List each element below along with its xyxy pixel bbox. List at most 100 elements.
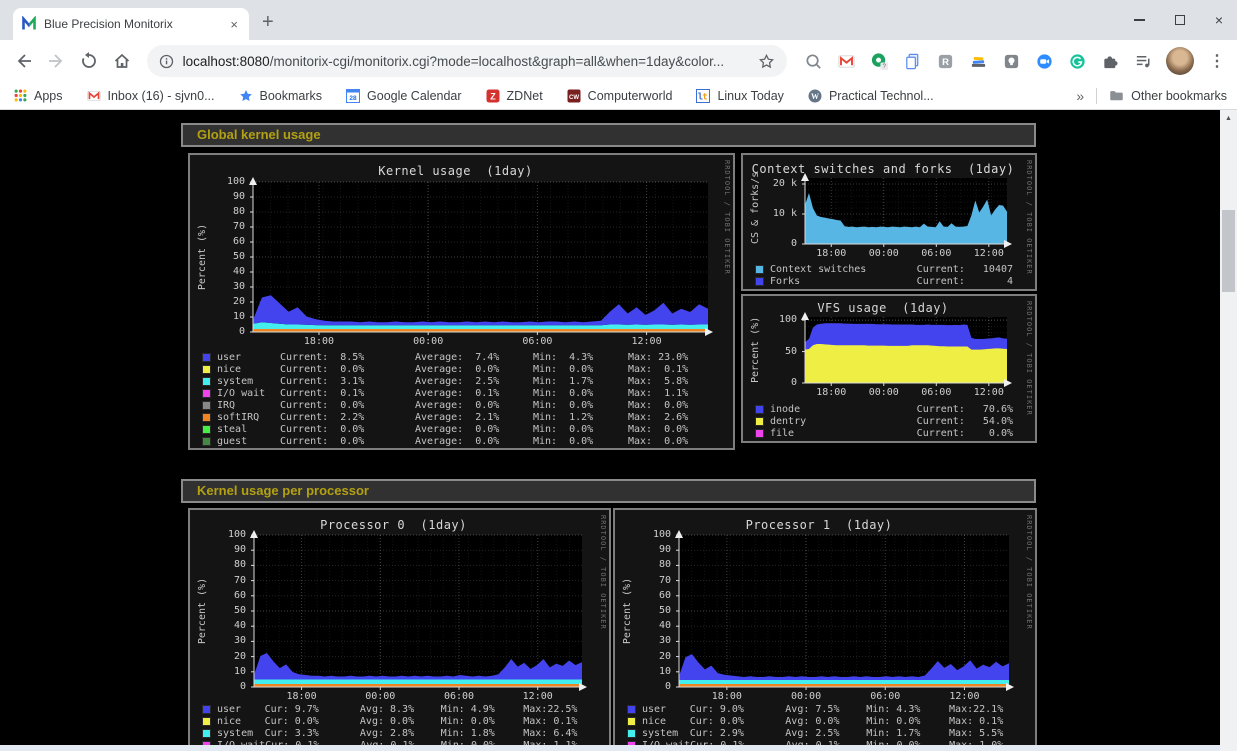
grammarly-icon[interactable] bbox=[1067, 51, 1087, 71]
processor0-graph-panel[interactable]: Processor 0 (1day)Percent (%)01020304050… bbox=[188, 508, 611, 745]
legend-row-softirq: softIRQCurrent: 2.2%Average: 2.1%Min: 1.… bbox=[202, 411, 725, 423]
kernel-usage-graph-panel[interactable]: Kernel usage (1day)Percent (%)0102030405… bbox=[188, 153, 735, 450]
gmail-icon[interactable] bbox=[836, 51, 856, 71]
close-button[interactable]: × bbox=[1215, 12, 1223, 28]
gmail-icon bbox=[87, 89, 101, 103]
page-scrollbar[interactable]: ▲ bbox=[1220, 110, 1237, 751]
scrollbar-thumb[interactable] bbox=[1222, 210, 1235, 292]
tab-close-icon[interactable]: × bbox=[227, 17, 241, 32]
new-tab-button[interactable]: + bbox=[262, 12, 274, 32]
y-tick-label: 80 bbox=[615, 560, 671, 570]
legend-stat: Max: 23.0% bbox=[628, 352, 713, 363]
legend-row-nice: niceCurrent: 0.0%Average: 0.0%Min: 0.0%M… bbox=[202, 363, 725, 375]
bookmark-item-practical-technology[interactable]: W Practical Technol... bbox=[808, 89, 934, 103]
y-tick-label: 0 bbox=[615, 682, 671, 692]
zoom-icon[interactable] bbox=[1034, 51, 1054, 71]
legend-swatch bbox=[627, 717, 636, 726]
legend-stat: Min: 1.2% bbox=[533, 412, 628, 423]
books-icon[interactable] bbox=[968, 51, 988, 71]
legend-row-context-switches: Context switchesCurrent: 10407 bbox=[755, 263, 1027, 275]
legend-series-name: user bbox=[217, 704, 265, 715]
bookmark-star-icon[interactable] bbox=[758, 53, 775, 70]
y-tick-label: 90 bbox=[615, 545, 671, 555]
legend-series-name: Forks bbox=[770, 276, 917, 287]
reading-list-icon[interactable] bbox=[1133, 51, 1153, 71]
kebab-menu-icon[interactable]: ⋮ bbox=[1207, 51, 1227, 71]
legend-swatch bbox=[202, 717, 211, 726]
vfs-usage-graph-panel[interactable]: VFS usage (1day)Percent (%)05010018:0000… bbox=[741, 294, 1037, 443]
copy-docs-icon[interactable] bbox=[902, 51, 922, 71]
scrollbar-up-arrow[interactable]: ▲ bbox=[1220, 110, 1237, 126]
bookmark-label: Inbox (16) - sjvn0... bbox=[108, 89, 215, 103]
processor1-graph-panel[interactable]: Processor 1 (1day)Percent (%)01020304050… bbox=[613, 508, 1037, 745]
x-tick-label: 00:00 bbox=[854, 388, 914, 398]
legend-swatch bbox=[755, 277, 764, 286]
extensions-puzzle-icon[interactable] bbox=[1100, 51, 1120, 71]
legend-series-name: system bbox=[217, 376, 280, 387]
bookmark-item-apps[interactable]: Apps bbox=[14, 89, 63, 103]
legend-stat: Max: 5.5% bbox=[949, 728, 1027, 739]
bookmark-item-linux-today[interactable]: lt Linux Today bbox=[696, 89, 784, 103]
bookmark-item-computerworld[interactable]: CW Computerworld bbox=[567, 89, 673, 103]
graph-legend: Context switchesCurrent: 10407ForksCurre… bbox=[755, 263, 1027, 287]
reader-r-icon[interactable]: R bbox=[935, 51, 955, 71]
bookmark-item-google-calendar[interactable]: 28 Google Calendar bbox=[346, 89, 462, 103]
x-tick-label: 06:00 bbox=[507, 337, 567, 347]
bookmark-label: Computerworld bbox=[588, 89, 673, 103]
graph-legend: userCurrent: 8.5%Average: 7.4%Min: 4.3%M… bbox=[202, 351, 725, 447]
bookmark-item-bookmarks[interactable]: Bookmarks bbox=[239, 89, 323, 103]
y-tick-label: 10 bbox=[615, 667, 671, 677]
forward-button[interactable] bbox=[43, 47, 71, 75]
browser-tab[interactable]: Blue Precision Monitorix × bbox=[13, 8, 249, 40]
legend-series-name: I/O wait bbox=[217, 388, 280, 399]
section-header-kernel-usage-per-processor: Kernel usage per processor bbox=[181, 479, 1036, 503]
bookmarks-bar: Apps Inbox (16) - sjvn0... Bookmarks 28 … bbox=[0, 82, 1237, 110]
legend-stat: Max:22.1% bbox=[949, 704, 1027, 715]
legend-series-name: nice bbox=[217, 364, 280, 375]
legend-series-name: system bbox=[217, 728, 265, 739]
legend-series-name: user bbox=[217, 352, 280, 363]
legend-stat: Max: 0.1% bbox=[523, 716, 601, 727]
search-icon[interactable] bbox=[803, 51, 823, 71]
page-info-icon[interactable] bbox=[159, 54, 174, 69]
google-voice-icon[interactable]: ? bbox=[869, 51, 889, 71]
tab-strip: Blue Precision Monitorix × + × bbox=[0, 0, 1237, 40]
profile-avatar[interactable] bbox=[1166, 47, 1194, 75]
y-tick-label: 20 bbox=[190, 652, 246, 662]
section-header-global-kernel-usage: Global kernel usage bbox=[181, 123, 1036, 147]
home-button[interactable] bbox=[108, 47, 136, 75]
legend-stat: Max: 1.1% bbox=[628, 388, 713, 399]
legend-stat: Min: 1.8% bbox=[441, 728, 524, 739]
maximize-button[interactable] bbox=[1175, 15, 1185, 25]
back-button[interactable] bbox=[10, 47, 38, 75]
legend-row-nice: niceCur: 0.0%Avg: 0.0%Min: 0.0%Max: 0.1% bbox=[202, 715, 601, 727]
y-tick-label: 20 bbox=[615, 652, 671, 662]
legend-swatch bbox=[755, 265, 764, 274]
address-bar[interactable]: localhost:8080/monitorix-cgi/monitorix.c… bbox=[147, 45, 787, 77]
url-text[interactable]: localhost:8080/monitorix-cgi/monitorix.c… bbox=[183, 54, 749, 69]
legend-series-name: file bbox=[770, 428, 917, 439]
bookmarks-separator bbox=[1096, 88, 1097, 104]
folder-icon bbox=[1109, 89, 1124, 102]
context-switches-graph-panel[interactable]: Context switches and forks (1day)CS & fo… bbox=[741, 153, 1037, 291]
bookmarks-overflow-chevron[interactable]: » bbox=[1076, 88, 1084, 104]
keep-icon[interactable] bbox=[1001, 51, 1021, 71]
legend-stat: Average: 0.0% bbox=[415, 424, 533, 435]
legend-stat: Min: 0.0% bbox=[441, 716, 524, 727]
minimize-button[interactable] bbox=[1134, 19, 1145, 21]
legend-stat: Cur: 0.0% bbox=[265, 716, 360, 727]
y-tick-label: 80 bbox=[190, 207, 245, 217]
legend-row-guest: guestCurrent: 0.0%Average: 0.0%Min: 0.0%… bbox=[202, 435, 725, 447]
graph-title: Context switches and forks (1day) bbox=[749, 162, 1017, 176]
legend-swatch bbox=[202, 389, 211, 398]
legend-stat: Current: 0.0% bbox=[917, 428, 1013, 439]
legend-row-dentry: dentryCurrent: 54.0% bbox=[755, 415, 1027, 427]
other-bookmarks-button[interactable]: Other bookmarks bbox=[1109, 89, 1227, 103]
bookmark-item-inbox[interactable]: Inbox (16) - sjvn0... bbox=[87, 89, 215, 103]
legend-swatch bbox=[755, 429, 764, 438]
x-tick-label: 12:00 bbox=[508, 692, 568, 702]
reload-button[interactable] bbox=[75, 47, 103, 75]
bookmark-item-zdnet[interactable]: Z ZDNet bbox=[486, 89, 543, 103]
y-tick-label: 0 bbox=[743, 378, 797, 388]
legend-stat: Min: 1.7% bbox=[533, 376, 628, 387]
